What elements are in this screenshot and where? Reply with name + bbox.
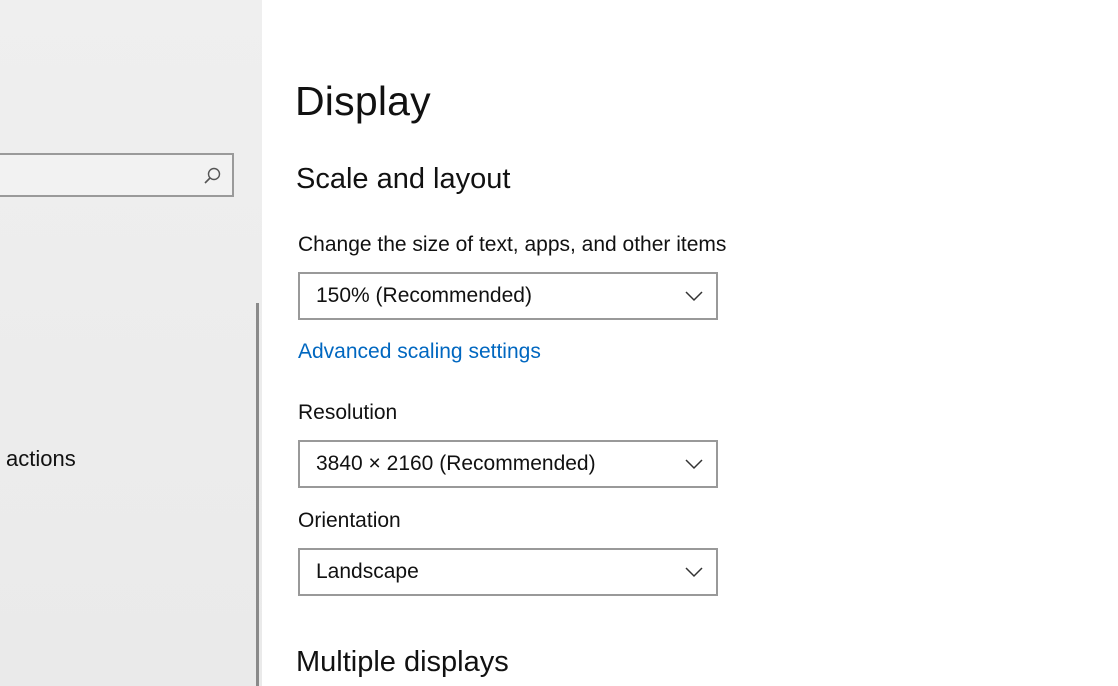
scale-dropdown-value: 150% (Recommended) — [316, 284, 532, 307]
resolution-label: Resolution — [298, 401, 398, 424]
scale-dropdown[interactable]: 150% (Recommended) — [298, 272, 718, 320]
chevron-down-icon — [685, 291, 703, 302]
orientation-label: Orientation — [298, 509, 401, 532]
sidebar-item-label[interactable]: actions — [6, 446, 76, 472]
chevron-down-icon — [685, 459, 703, 470]
sidebar: actions — [0, 0, 262, 686]
resolution-dropdown-value: 3840 × 2160 (Recommended) — [316, 452, 596, 475]
resolution-dropdown[interactable]: 3840 × 2160 (Recommended) — [298, 440, 718, 488]
sidebar-scrollbar[interactable] — [256, 303, 259, 686]
size-label: Change the size of text, apps, and other… — [298, 233, 727, 256]
chevron-down-icon — [685, 567, 703, 578]
main-content: Display Scale and layout Change the size… — [262, 0, 1118, 686]
orientation-dropdown-value: Landscape — [316, 560, 419, 583]
section-heading-multiple-displays: Multiple displays — [296, 646, 509, 678]
search-input[interactable] — [0, 153, 234, 197]
page-title: Display — [295, 78, 431, 124]
section-heading-scale: Scale and layout — [296, 163, 511, 195]
orientation-dropdown[interactable]: Landscape — [298, 548, 718, 596]
advanced-scaling-link[interactable]: Advanced scaling settings — [298, 340, 541, 364]
search-icon[interactable] — [202, 166, 222, 186]
